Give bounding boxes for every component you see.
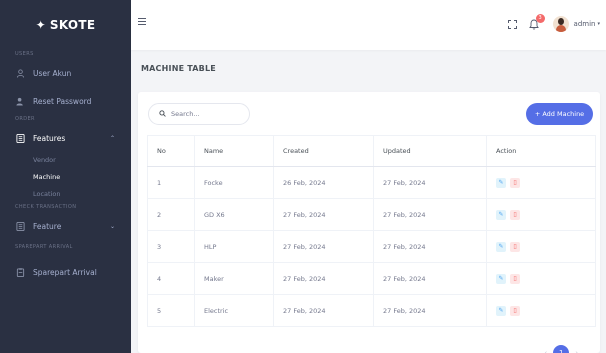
- chevron-up-icon: ⌃: [109, 134, 115, 142]
- sidebar-subitem-vendor[interactable]: Vendor: [0, 152, 131, 169]
- menu-title-users: USERS: [15, 51, 34, 57]
- user-name[interactable]: admin: [574, 20, 596, 28]
- cell-created: 27 Feb, 2024: [273, 262, 374, 295]
- delete-icon[interactable]: ▯: [510, 241, 520, 252]
- table-row: 1 Focke 26 Feb, 2024 27 Feb, 2024 ✎ ▯: [147, 166, 596, 199]
- cell-created: 27 Feb, 2024: [273, 198, 374, 231]
- sparepart-icon: [15, 267, 25, 277]
- cell-updated: 27 Feb, 2024: [373, 198, 487, 231]
- search-box[interactable]: [148, 103, 250, 125]
- menu-toggle-icon[interactable]: [138, 18, 146, 28]
- search-icon: [159, 109, 166, 119]
- column-header-action: Action: [486, 135, 596, 167]
- cell-action: ✎ ▯: [486, 262, 596, 295]
- delete-icon[interactable]: ▯: [510, 273, 520, 284]
- cell-created: 27 Feb, 2024: [273, 230, 374, 263]
- edit-icon[interactable]: ✎: [496, 305, 506, 316]
- notification-badge: 3: [535, 14, 545, 23]
- fullscreen-icon[interactable]: [507, 19, 517, 29]
- notification-bell[interactable]: 3: [528, 14, 545, 31]
- sidebar-item-user-akun[interactable]: User Akun: [0, 59, 131, 87]
- table-row: 5 Electric 27 Feb, 2024 27 Feb, 2024 ✎ ▯: [147, 294, 596, 327]
- cell-created: 27 Feb, 2024: [273, 294, 374, 327]
- edit-icon[interactable]: ✎: [496, 209, 506, 220]
- menu-title-check-transaction: CHECK TRANSACTION: [15, 204, 77, 210]
- cell-no: 1: [147, 166, 195, 199]
- chevron-down-icon: ⌄: [109, 222, 115, 230]
- cell-action: ✎ ▯: [486, 230, 596, 263]
- page-number-active[interactable]: 1: [553, 345, 570, 353]
- pagination: ‹ 1 ›: [538, 345, 584, 353]
- column-header-created[interactable]: Created: [273, 135, 374, 167]
- cell-name: GD X6: [194, 198, 274, 231]
- delete-icon[interactable]: ▯: [510, 305, 520, 316]
- avatar[interactable]: [552, 16, 569, 32]
- table-row: 2 GD X6 27 Feb, 2024 27 Feb, 2024 ✎ ▯: [147, 198, 596, 231]
- menu-title-order: ORDER: [15, 116, 35, 122]
- machine-table: No Name Created Updated Action 1 Focke 2…: [147, 135, 596, 327]
- cell-updated: 27 Feb, 2024: [373, 230, 487, 263]
- cell-no: 4: [147, 262, 195, 295]
- delete-icon[interactable]: ▯: [510, 177, 520, 188]
- prev-page-icon[interactable]: ‹: [544, 349, 547, 353]
- feature-icon: [15, 221, 25, 231]
- sidebar-item-sparepart-arrival[interactable]: Sparepart Arrival: [0, 258, 131, 286]
- cell-updated: 27 Feb, 2024: [373, 166, 487, 199]
- next-page-icon[interactable]: ›: [575, 349, 578, 353]
- cell-updated: 27 Feb, 2024: [373, 294, 487, 327]
- cell-no: 2: [147, 198, 195, 231]
- features-icon: [15, 133, 25, 143]
- cell-action: ✎ ▯: [486, 294, 596, 327]
- cell-action: ✎ ▯: [486, 166, 596, 199]
- cell-name: Maker: [194, 262, 274, 295]
- machine-table-card: + Add Machine No Name Created Updated Ac…: [138, 92, 600, 353]
- cell-name: HLP: [194, 230, 274, 263]
- sidebar: ✦ SKOTE USERS User Akun Reset Password O…: [0, 0, 131, 353]
- edit-icon[interactable]: ✎: [496, 177, 506, 188]
- chevron-down-icon[interactable]: ▾: [597, 21, 600, 27]
- user-lock-icon: [15, 96, 25, 106]
- sidebar-item-reset-password[interactable]: Reset Password: [0, 87, 131, 115]
- sidebar-item-label: Features: [33, 133, 66, 143]
- sidebar-item-features[interactable]: Features ⌃: [0, 124, 131, 152]
- table-row: 3 HLP 27 Feb, 2024 27 Feb, 2024 ✎ ▯: [147, 230, 596, 263]
- brand-logo[interactable]: ✦ SKOTE: [0, 0, 131, 50]
- cell-no: 5: [147, 294, 195, 327]
- cell-name: Electric: [194, 294, 274, 327]
- menu-title-sparepart-arrival: SPAREPART ARRIVAL: [15, 244, 73, 250]
- table-header-row: No Name Created Updated Action: [147, 135, 596, 167]
- edit-icon[interactable]: ✎: [496, 273, 506, 284]
- column-header-name[interactable]: Name: [194, 135, 274, 167]
- table-row: 4 Maker 27 Feb, 2024 27 Feb, 2024 ✎ ▯: [147, 262, 596, 295]
- add-machine-button[interactable]: + Add Machine: [526, 103, 593, 125]
- search-input[interactable]: [171, 110, 241, 118]
- column-header-updated[interactable]: Updated: [373, 135, 487, 167]
- sidebar-subitem-location[interactable]: Location: [0, 186, 131, 203]
- sidebar-item-label: User Akun: [33, 68, 72, 78]
- cell-no: 3: [147, 230, 195, 263]
- column-header-no[interactable]: No: [147, 135, 195, 167]
- sidebar-item-label: Feature: [33, 221, 62, 231]
- topbar: 3 admin ▾: [131, 0, 606, 50]
- page-title: MACHINE TABLE: [141, 64, 216, 73]
- cell-created: 26 Feb, 2024: [273, 166, 374, 199]
- delete-icon[interactable]: ▯: [510, 209, 520, 220]
- sidebar-item-label: Reset Password: [33, 96, 92, 106]
- sidebar-item-label: Sparepart Arrival: [33, 267, 97, 277]
- topbar-actions: 3 admin ▾: [507, 13, 600, 35]
- cell-updated: 27 Feb, 2024: [373, 262, 487, 295]
- sidebar-item-feature[interactable]: Feature ⌄: [0, 212, 131, 240]
- skote-logo-icon: ✦: [35, 18, 46, 32]
- user-icon: [15, 68, 25, 78]
- cell-name: Focke: [194, 166, 274, 199]
- cell-action: ✎ ▯: [486, 198, 596, 231]
- brand-name: SKOTE: [49, 18, 96, 32]
- sidebar-subitem-machine[interactable]: Machine: [0, 169, 131, 186]
- edit-icon[interactable]: ✎: [496, 241, 506, 252]
